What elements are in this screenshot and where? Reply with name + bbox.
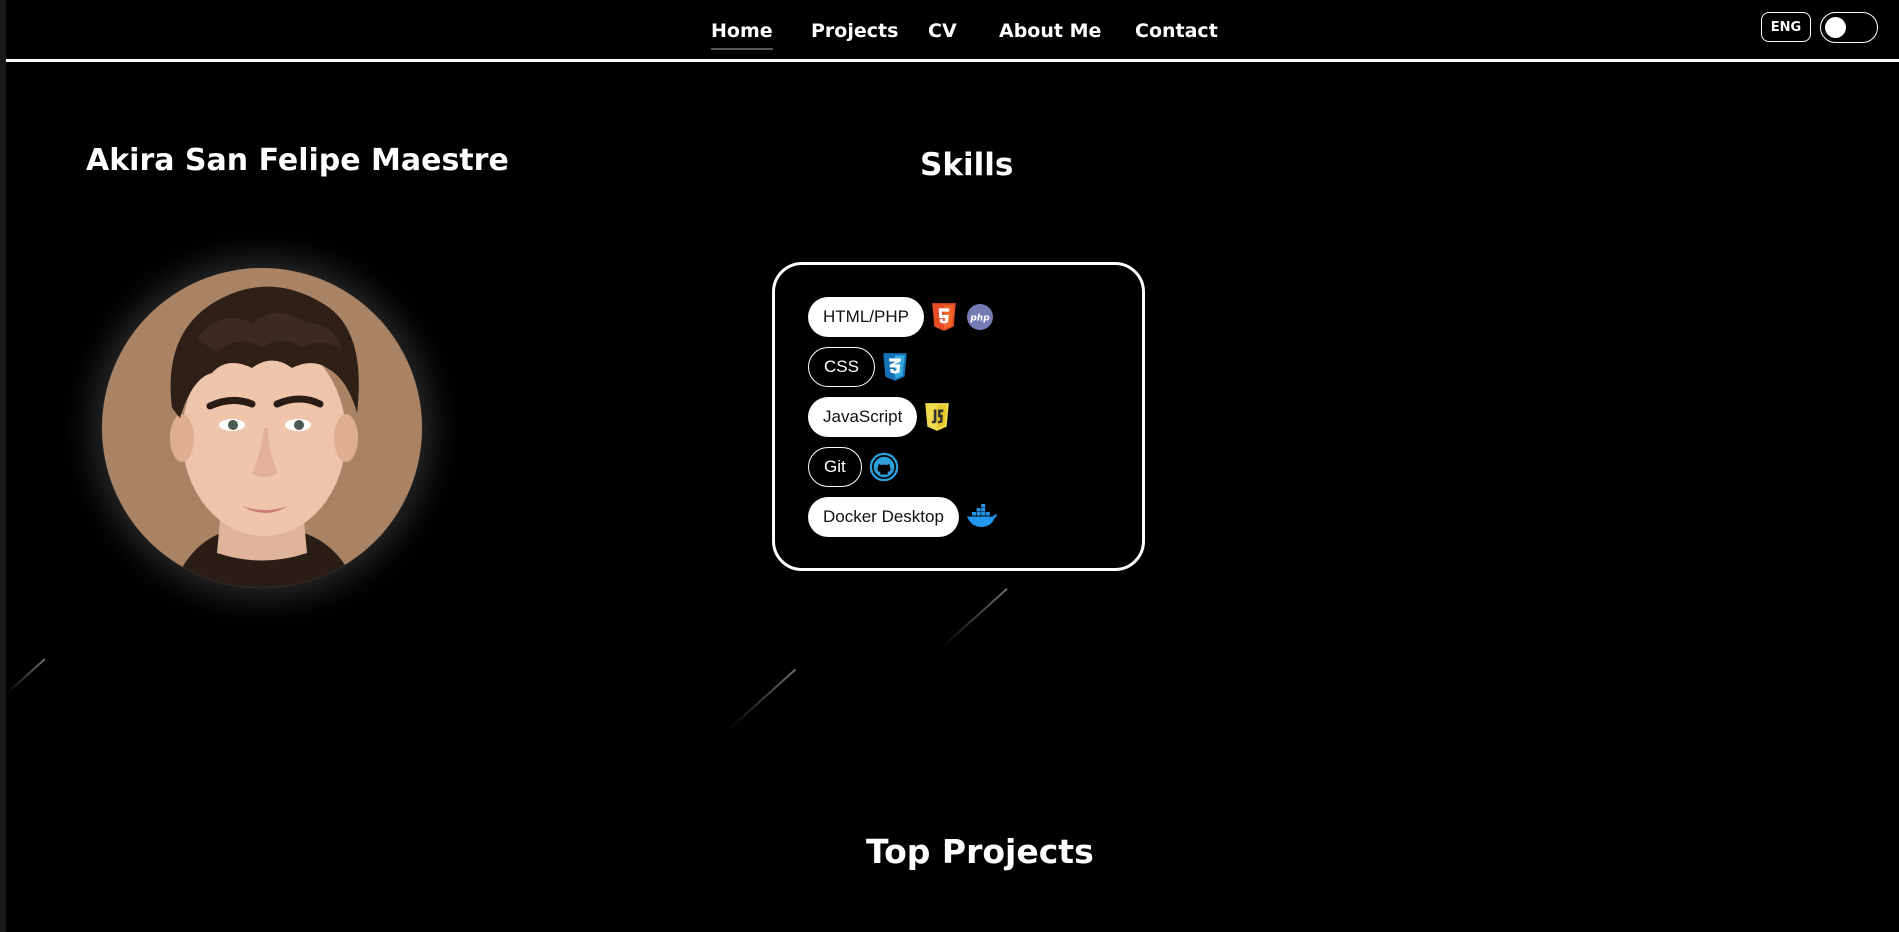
- skill-pill-css: CSS: [808, 347, 875, 387]
- language-button[interactable]: ENG: [1761, 12, 1811, 42]
- navbar: Home Projects CV About Me Contact: [6, 0, 1899, 62]
- javascript-icon: [923, 402, 951, 432]
- skill-pill-javascript: JavaScript: [808, 397, 918, 437]
- skill-row-html-php: HTML/PHP php: [808, 296, 996, 338]
- profile-avatar: [102, 268, 422, 588]
- docker-icon: [965, 502, 999, 532]
- avatar-portrait: [102, 268, 422, 588]
- theme-toggle-knob: [1825, 17, 1846, 38]
- html5-icon: [930, 302, 958, 332]
- nav-link-contact[interactable]: Contact: [1135, 20, 1218, 42]
- skill-pill-html-php: HTML/PHP: [808, 297, 924, 337]
- nav-link-cv[interactable]: CV: [928, 20, 957, 42]
- svg-text:php: php: [969, 314, 990, 324]
- skill-row-css: CSS: [808, 346, 909, 388]
- skill-row-javascript: JavaScript: [808, 396, 951, 438]
- nav-link-projects[interactable]: Projects: [811, 20, 898, 42]
- skills-title: Skills: [920, 147, 1014, 183]
- github-icon: [868, 452, 900, 482]
- decorative-streak: [726, 668, 796, 732]
- css3-icon: [881, 352, 909, 382]
- nav-link-home[interactable]: Home: [711, 20, 773, 50]
- nav-link-about-me[interactable]: About Me: [999, 20, 1101, 42]
- page: Home Projects CV About Me Contact ENG Ak…: [0, 0, 1899, 932]
- skill-row-docker: Docker Desktop: [808, 496, 999, 538]
- theme-toggle[interactable]: [1820, 12, 1878, 43]
- profile-name: Akira San Felipe Maestre: [86, 143, 509, 178]
- decorative-streak: [5, 658, 46, 695]
- top-projects-title: Top Projects: [866, 832, 1094, 871]
- decorative-streak: [939, 587, 1008, 650]
- skill-pill-git: Git: [808, 447, 862, 487]
- skill-row-git: Git: [808, 446, 900, 488]
- php-icon: php: [964, 302, 996, 332]
- skills-card: HTML/PHP php CSS JavaScript Git Docker D…: [772, 262, 1145, 571]
- left-gutter: [0, 0, 6, 932]
- skill-pill-docker: Docker Desktop: [808, 497, 959, 537]
